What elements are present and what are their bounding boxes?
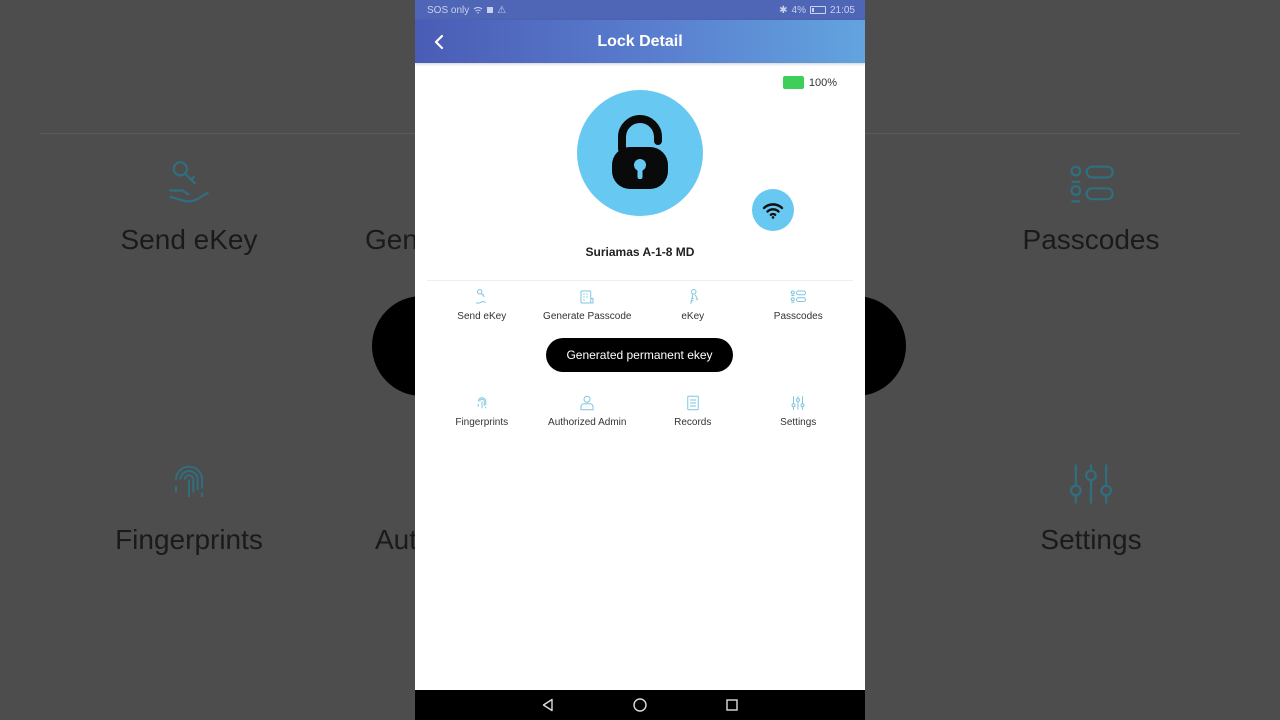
square-recents-icon <box>726 699 738 711</box>
bluetooth-icon: ✱ <box>779 4 788 16</box>
wifi-status-icon <box>473 6 483 13</box>
remote-unlock-button[interactable] <box>752 189 794 231</box>
records-icon <box>687 395 699 411</box>
carrier-text: SOS only <box>427 4 470 16</box>
system-home-button[interactable] <box>630 695 650 715</box>
backdrop-fingerprints: Fingerprints <box>59 458 319 556</box>
status-bar-left: SOS only ⚠ <box>427 5 506 16</box>
page-title: Lock Detail <box>597 32 683 50</box>
status-bar-right: ✱ 4% 21:05 <box>779 5 855 16</box>
menu-label: eKey <box>681 311 705 322</box>
unlock-button[interactable] <box>577 90 703 216</box>
backdrop-settings: Settings <box>961 458 1221 556</box>
authorized-admin-button[interactable]: Authorized Admin <box>535 394 641 428</box>
backdrop-send-ekey: Send eKey <box>59 158 319 256</box>
phone-screen: SOS only ⚠ ✱ 4% 21:05 Lock Detail 100% S… <box>415 0 865 720</box>
menu-label: Send eKey <box>457 311 507 322</box>
lock-battery-level: 100% <box>808 76 837 89</box>
settings-icon <box>791 396 805 410</box>
wifi-icon <box>762 203 784 219</box>
system-navigation-bar <box>415 690 865 720</box>
ekey-button[interactable]: eKey <box>640 288 746 322</box>
fingerprint-icon <box>175 465 203 497</box>
send-key-icon <box>169 161 209 203</box>
menu-row-1: Send eKey Generate Passcode eKey Passcod… <box>429 288 851 322</box>
toast-message: Generated permanent ekey <box>546 338 733 372</box>
status-bar: SOS only ⚠ ✱ 4% 21:05 <box>415 0 865 20</box>
back-button[interactable] <box>425 28 453 56</box>
app-header: Lock Detail <box>415 20 865 63</box>
system-back-button[interactable] <box>538 695 558 715</box>
menu-label: Fingerprints <box>455 417 509 428</box>
ekey-icon <box>690 289 698 304</box>
warning-icon: ⚠ <box>497 4 507 16</box>
menu-label: Records <box>674 417 712 428</box>
generate-passcode-icon <box>580 290 594 304</box>
settings-button[interactable]: Settings <box>746 394 852 428</box>
generate-passcode-button[interactable]: Generate Passcode <box>535 288 641 322</box>
triangle-back-icon <box>542 698 553 712</box>
system-recents-button[interactable] <box>722 695 742 715</box>
lock-name: Suriamas A-1-8 MD <box>585 245 695 259</box>
passcodes-button[interactable]: Passcodes <box>746 288 852 322</box>
authorized-admin-icon <box>580 395 594 411</box>
notification-icon <box>487 7 494 13</box>
menu-label: Authorized Admin <box>548 417 627 428</box>
battery-percent: 4% <box>791 4 806 16</box>
passcodes-icon <box>791 290 807 303</box>
send-key-icon <box>475 289 486 304</box>
fingerprints-button[interactable]: Fingerprints <box>429 394 535 428</box>
menu-label: Settings <box>780 417 817 428</box>
menu-label: Passcodes <box>773 311 823 322</box>
section-divider <box>427 280 853 281</box>
circle-home-icon <box>633 698 647 712</box>
passcodes-icon <box>1070 165 1114 203</box>
backdrop-passcodes: Passcodes <box>961 158 1221 256</box>
settings-icon <box>1069 464 1113 504</box>
menu-row-2: Fingerprints Authorized Admin Records Se… <box>429 394 851 428</box>
lock-battery-indicator: 100% <box>782 76 837 89</box>
records-button[interactable]: Records <box>640 394 746 428</box>
menu-label: Generate Passcode <box>543 311 632 322</box>
backdrop-authorized-partial: Aut <box>375 524 415 555</box>
chevron-left-icon <box>434 34 444 50</box>
padlock-icon <box>612 115 668 189</box>
fingerprint-icon <box>477 397 486 409</box>
battery-status-icon <box>809 6 826 14</box>
send-ekey-button[interactable]: Send eKey <box>429 288 535 322</box>
clock: 21:05 <box>829 4 855 16</box>
battery-icon <box>782 76 804 89</box>
